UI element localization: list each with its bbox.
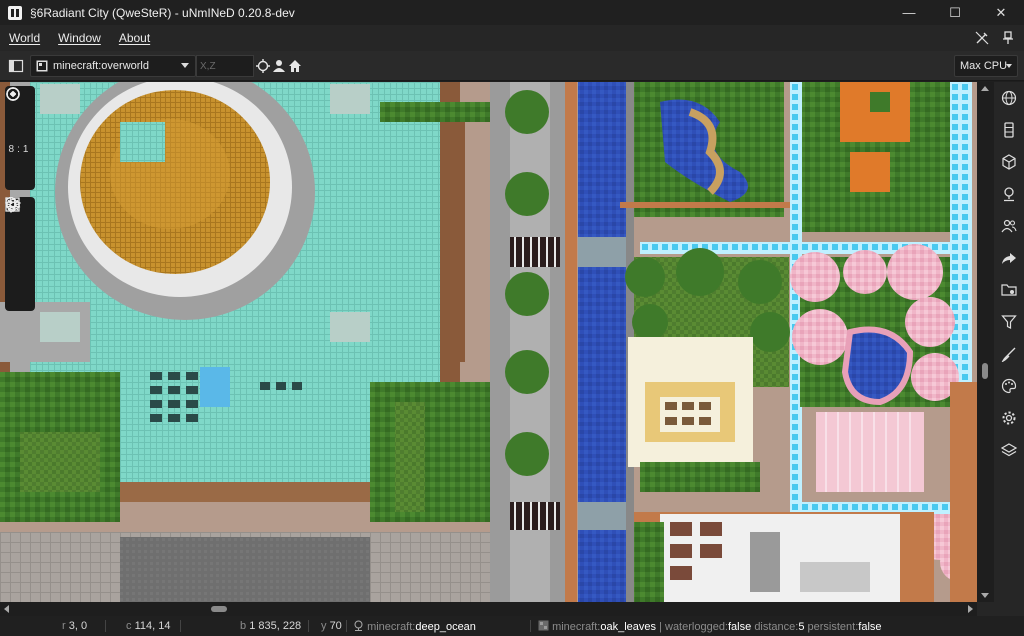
- app-logo-icon: [8, 5, 22, 20]
- vertical-scrollbar[interactable]: [977, 82, 994, 602]
- dimension-select[interactable]: minecraft:overworld: [30, 55, 196, 77]
- menu-world[interactable]: World: [0, 31, 49, 45]
- status-region: r 3, 0: [62, 620, 88, 632]
- zoom-in-icon[interactable]: [5, 87, 35, 142]
- pin-drop-icon[interactable]: [1001, 186, 1017, 202]
- player-icon[interactable]: [272, 58, 286, 74]
- layers-icon[interactable]: [1001, 442, 1017, 458]
- status-y: y 70: [321, 620, 342, 632]
- horizontal-scrollbar[interactable]: [0, 602, 977, 616]
- toolbar: minecraft:overworld Max CPU: [0, 51, 1024, 81]
- vertical-scroll-thumb[interactable]: [982, 363, 988, 379]
- horizontal-scroll-thumb[interactable]: [211, 606, 227, 612]
- view-controls: [5, 197, 35, 311]
- crosshair-icon[interactable]: [256, 58, 270, 74]
- home-icon[interactable]: [288, 58, 302, 74]
- divider: [308, 620, 309, 632]
- title-bar: §6Radiant City (QweSteR) - uNmINeD 0.20.…: [0, 0, 1024, 25]
- scroll-left-icon[interactable]: [4, 605, 9, 613]
- zoom-level: 8:1: [8, 144, 32, 155]
- close-button[interactable]: ✕: [978, 0, 1024, 25]
- window-title: §6Radiant City (QweSteR) - uNmINeD 0.20.…: [30, 5, 295, 20]
- scroll-right-icon[interactable]: [968, 605, 973, 613]
- biome-icon: [354, 620, 363, 631]
- zoom-out-icon[interactable]: [5, 87, 35, 186]
- settings-icon[interactable]: [1001, 410, 1017, 426]
- divider: [180, 620, 181, 632]
- status-bar: r 3, 0 c 114, 14 b 1 835, 228 y 70 minec…: [0, 616, 1024, 636]
- scroll-up-icon[interactable]: [981, 86, 989, 91]
- dimension-icon: [36, 60, 48, 72]
- edit-off-icon[interactable]: [972, 28, 992, 48]
- scroll-corner: [977, 602, 1024, 616]
- status-block: b 1 835, 228: [240, 620, 302, 632]
- divider: [105, 620, 106, 632]
- zoom-controls: 8:1: [5, 86, 35, 190]
- status-chunk: c 114, 14: [126, 620, 171, 632]
- pin-icon[interactable]: [998, 28, 1018, 48]
- marker-icon[interactable]: [5, 197, 35, 253]
- share-icon[interactable]: [1001, 250, 1017, 266]
- divider: [346, 620, 347, 632]
- window-controls: — ☐ ✕: [886, 0, 1024, 25]
- map-view[interactable]: 8:1: [0, 82, 977, 602]
- coordinate-input[interactable]: [196, 55, 254, 77]
- scroll-down-icon[interactable]: [981, 593, 989, 598]
- divider: [530, 620, 531, 632]
- status-block-info: minecraft:oak_leaves | waterlogged:false…: [538, 620, 882, 633]
- cube-icon[interactable]: [1001, 154, 1017, 170]
- globe-icon[interactable]: [1001, 90, 1017, 106]
- cpu-mode-value: Max CPU: [960, 60, 1008, 72]
- brush-icon[interactable]: [1001, 346, 1017, 362]
- right-toolbar: [994, 82, 1024, 602]
- layers-icon[interactable]: [5, 198, 35, 309]
- filter-icon[interactable]: [1001, 314, 1017, 330]
- minimize-button[interactable]: —: [886, 0, 932, 25]
- palette-icon[interactable]: [1001, 378, 1017, 394]
- chevron-down-icon: [181, 63, 189, 68]
- menu-window[interactable]: Window: [49, 31, 110, 45]
- map-render: [0, 82, 977, 602]
- chevron-down-icon: [1006, 64, 1012, 68]
- menu-bar: World Window About: [0, 25, 1024, 51]
- light-icon[interactable]: [5, 198, 35, 281]
- cpu-mode-select[interactable]: Max CPU: [954, 55, 1018, 77]
- status-biome: minecraft:deep_ocean: [353, 620, 476, 633]
- maximize-button[interactable]: ☐: [932, 0, 978, 25]
- database-icon[interactable]: [1001, 122, 1017, 138]
- dimension-value: minecraft:overworld: [53, 60, 149, 72]
- menu-about[interactable]: About: [110, 31, 159, 45]
- sidebar-toggle-icon[interactable]: [8, 58, 24, 74]
- players-icon[interactable]: [1001, 218, 1017, 234]
- folder-settings-icon[interactable]: [1001, 282, 1017, 298]
- block-icon: [538, 620, 549, 631]
